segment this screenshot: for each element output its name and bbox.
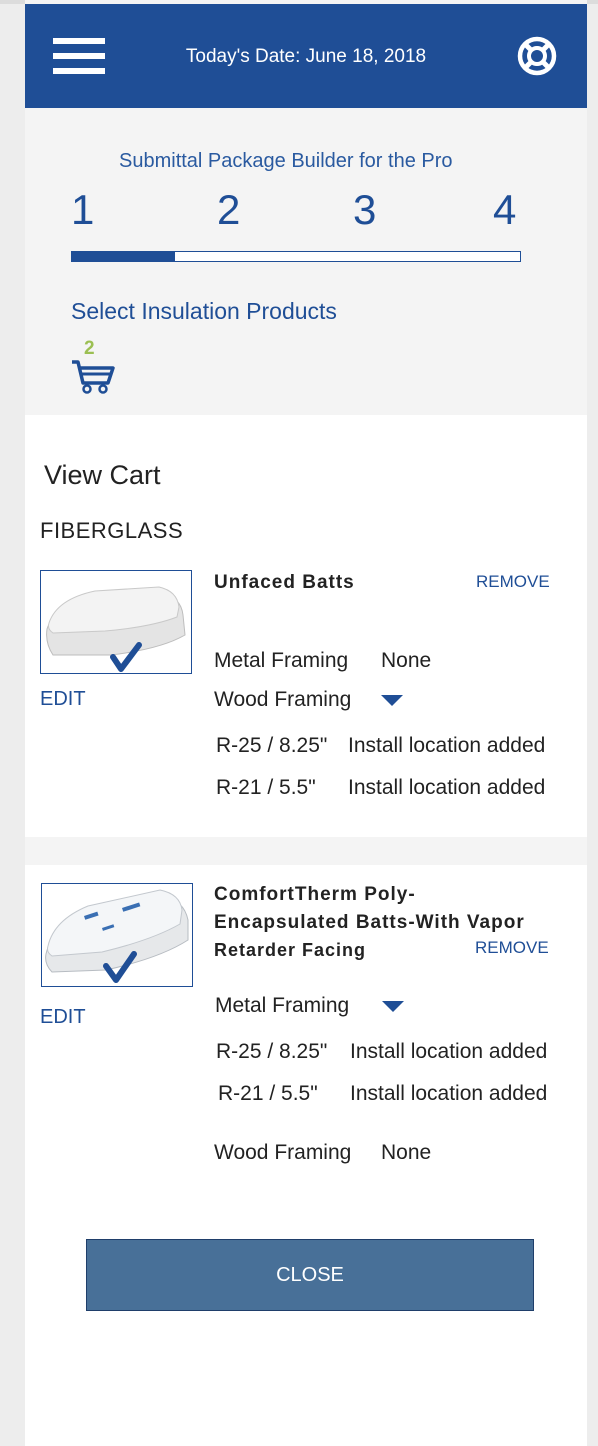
remove-link-2[interactable]: REMOVE [475, 938, 549, 958]
view-cart-heading: View Cart [44, 460, 161, 490]
cart-count-badge: 2 [84, 338, 95, 359]
metal-framing-value-1: None [381, 649, 432, 672]
step-progress-bar [71, 251, 521, 262]
wood-framing-label-2: Wood Framing [214, 1141, 352, 1164]
product-name-2-line3: Retarder Facing [214, 940, 367, 960]
progress-fill [72, 252, 176, 261]
builder-title: Submittal Package Builder for the Pro [119, 150, 453, 172]
wood-framing-value-2: None [381, 1141, 432, 1164]
step-1[interactable]: 1 [71, 186, 94, 234]
select-products-title: Select Insulation Products [71, 298, 337, 324]
product-name-1: Unfaced Batts [214, 572, 355, 593]
step-2[interactable]: 2 [217, 186, 240, 234]
bottom-panel [25, 1193, 587, 1446]
install-status-1b: Install location added [348, 776, 546, 799]
app-header: Today's Date: June 18, 2018 [25, 4, 587, 108]
todays-date: Today's Date: June 18, 2018 [185, 46, 427, 67]
category-label: FIBERGLASS [40, 518, 184, 543]
product-name-2-line1: ComfortTherm Poly- [214, 884, 416, 905]
install-status-2a: Install location added [350, 1040, 548, 1063]
wood-framing-label-1: Wood Framing [214, 688, 352, 711]
help-lifebuoy-icon[interactable] [517, 36, 557, 76]
wood-framing-dropdown-icon-1[interactable] [381, 695, 403, 706]
metal-framing-label-2: Metal Framing [215, 994, 350, 1017]
shopping-cart-icon[interactable] [70, 359, 116, 395]
product-image-comforttherm[interactable] [41, 883, 193, 987]
r-value-2b: R-21 / 5.5" [218, 1082, 318, 1105]
edit-link-1[interactable]: EDIT [40, 688, 86, 711]
close-button[interactable]: CLOSE [86, 1239, 534, 1311]
product-name-2-line2: Encapsulated Batts-With Vapor [214, 912, 525, 933]
metal-framing-dropdown-icon-2[interactable] [382, 1001, 404, 1012]
install-status-1a: Install location added [348, 734, 546, 757]
r-value-2a: R-25 / 8.25" [216, 1040, 328, 1063]
install-status-2b: Install location added [350, 1082, 548, 1105]
step-3[interactable]: 3 [353, 186, 376, 234]
remove-link-1[interactable]: REMOVE [476, 572, 550, 592]
step-4[interactable]: 4 [493, 186, 516, 234]
r-value-1a: R-25 / 8.25" [216, 734, 328, 757]
product-image-unfaced-batts[interactable] [40, 570, 192, 674]
metal-framing-label-1: Metal Framing [214, 649, 349, 672]
edit-link-2[interactable]: EDIT [40, 1006, 86, 1029]
r-value-1b: R-21 / 5.5" [216, 776, 316, 799]
